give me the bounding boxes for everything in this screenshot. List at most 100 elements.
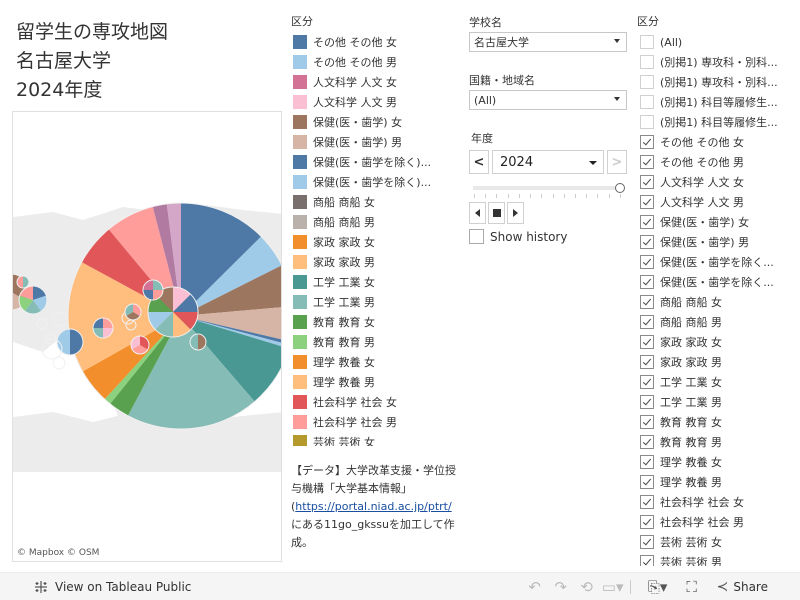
slider-track[interactable] [473, 186, 621, 190]
small-pie-marker[interactable] [56, 328, 84, 356]
category-filter-item[interactable]: 人文科学 人文 女 [637, 172, 800, 192]
legend-item[interactable]: 保健(医・歯学) 女 [291, 112, 461, 132]
undo-icon[interactable]: ↶ [522, 578, 548, 596]
play-backward-button[interactable] [469, 202, 486, 224]
legend-item[interactable]: その他 その他 男 [291, 52, 461, 72]
category-checkbox[interactable] [640, 195, 654, 209]
category-filter-item[interactable]: 社会科学 社会 男 [637, 512, 800, 532]
map-view[interactable]: © Mapbox © OSM [12, 111, 282, 562]
category-checkbox[interactable] [640, 555, 654, 566]
category-filter-item[interactable]: 保健(医・歯学) 男 [637, 232, 800, 252]
category-filter-item[interactable]: 教育 教育 女 [637, 412, 800, 432]
legend-item[interactable]: その他 その他 女 [291, 32, 461, 52]
small-pie-marker[interactable] [124, 303, 142, 321]
category-checkbox[interactable] [640, 75, 654, 89]
category-checkbox[interactable] [640, 115, 654, 129]
legend-item[interactable]: 理学 教養 男 [291, 372, 461, 392]
legend-item[interactable]: 家政 家政 男 [291, 252, 461, 272]
small-pie-marker[interactable] [189, 333, 207, 351]
stop-button[interactable] [488, 202, 505, 224]
category-checkbox[interactable] [640, 275, 654, 289]
category-checkbox[interactable] [640, 175, 654, 189]
country-dropdown[interactable]: (All) [469, 90, 627, 110]
category-filter-item[interactable]: (別掲1) 専攻科・別科... [637, 72, 800, 92]
school-dropdown[interactable]: 名古屋大学 [469, 32, 627, 52]
legend-item[interactable]: 工学 工業 男 [291, 292, 461, 312]
category-checkbox[interactable] [640, 55, 654, 69]
legend-item[interactable]: 理学 教養 女 [291, 352, 461, 372]
next-year-button[interactable]: > [607, 150, 627, 174]
legend-item[interactable]: 教育 教育 男 [291, 332, 461, 352]
category-filter-item[interactable]: 人文科学 人文 男 [637, 192, 800, 212]
mapbox-attribution[interactable]: © Mapbox [17, 548, 64, 558]
map-canvas[interactable] [13, 112, 282, 562]
legend-item[interactable]: 保健(医・歯学を除く)... [291, 152, 461, 172]
category-checkbox[interactable] [640, 215, 654, 229]
category-checkbox[interactable] [640, 255, 654, 269]
category-filter-item[interactable]: (別掲1) 科目等履修生... [637, 92, 800, 112]
category-checkbox[interactable] [640, 395, 654, 409]
legend-item[interactable]: 商船 商船 男 [291, 212, 461, 232]
category-filter-item[interactable]: 商船 商船 女 [637, 292, 800, 312]
category-checkbox[interactable] [640, 415, 654, 429]
revert-icon[interactable]: ⟲ [574, 578, 600, 596]
category-filter-item[interactable]: 保健(医・歯学を除く... [637, 252, 800, 272]
show-history-checkbox[interactable] [469, 229, 484, 244]
category-checkbox[interactable] [640, 475, 654, 489]
category-checkbox[interactable] [640, 295, 654, 309]
category-checkbox[interactable] [640, 335, 654, 349]
category-filter-item[interactable]: 理学 教養 男 [637, 472, 800, 492]
americas-pie-marker[interactable] [18, 285, 48, 315]
osm-attribution[interactable]: © OSM [67, 548, 99, 558]
share-button[interactable]: ≺ Share [717, 579, 768, 595]
category-checkbox[interactable] [640, 455, 654, 469]
small-pie-marker[interactable] [16, 275, 30, 289]
legend-item[interactable]: 人文科学 人文 男 [291, 92, 461, 112]
category-filter-item[interactable]: 商船 商船 男 [637, 312, 800, 332]
asia-pie-marker[interactable] [92, 317, 114, 339]
category-filter-item[interactable]: 家政 家政 女 [637, 332, 800, 352]
year-slider[interactable] [469, 178, 627, 200]
refresh-icon[interactable]: ▭▾ [600, 578, 626, 596]
category-checkbox[interactable] [640, 35, 654, 49]
category-filter-item[interactable]: 保健(医・歯学を除く... [637, 272, 800, 292]
category-checkbox[interactable] [640, 375, 654, 389]
category-checkbox[interactable] [640, 435, 654, 449]
category-filter-item[interactable]: 工学 工業 女 [637, 372, 800, 392]
legend-item[interactable]: 工学 工業 女 [291, 272, 461, 292]
category-filter-item[interactable]: 芸術 芸術 女 [637, 532, 800, 552]
category-filter-item[interactable]: 芸術 芸術 男 [637, 552, 800, 566]
category-checkbox[interactable] [640, 155, 654, 169]
view-on-public-button[interactable]: View on Tableau Public [33, 579, 191, 595]
category-filter-item[interactable]: (別掲1) 専攻科・別科... [637, 52, 800, 72]
legend-item[interactable]: 家政 家政 女 [291, 232, 461, 252]
category-checkbox[interactable] [640, 95, 654, 109]
category-filter-item[interactable]: 社会科学 社会 女 [637, 492, 800, 512]
category-filter-item[interactable]: 工学 工業 男 [637, 392, 800, 412]
category-filter-item[interactable]: 教育 教育 男 [637, 432, 800, 452]
legend-item[interactable]: 商船 商船 女 [291, 192, 461, 212]
category-filter-item[interactable]: その他 その他 女 [637, 132, 800, 152]
legend-item[interactable]: 人文科学 人文 女 [291, 72, 461, 92]
category-filter-item[interactable]: (All) [637, 32, 800, 52]
year-dropdown[interactable]: 2024 [492, 150, 604, 174]
category-filter-item[interactable]: (別掲1) 科目等履修生... [637, 112, 800, 132]
redo-icon[interactable]: ↷ [548, 578, 574, 596]
legend-item[interactable]: 芸術 芸術 女 [291, 432, 461, 446]
category-checkbox[interactable] [640, 535, 654, 549]
legend-item[interactable]: 教育 教育 女 [291, 312, 461, 332]
source-link[interactable]: https://portal.niad.ac.jp/ptrt/ [295, 500, 451, 513]
previous-year-button[interactable]: < [469, 150, 489, 174]
show-history-toggle[interactable]: Show history [469, 229, 627, 244]
legend-item[interactable]: 保健(医・歯学を除く)... [291, 172, 461, 192]
category-filter-item[interactable]: その他 その他 男 [637, 152, 800, 172]
category-checkbox[interactable] [640, 135, 654, 149]
category-checkbox[interactable] [640, 515, 654, 529]
category-filter-item[interactable]: 理学 教養 女 [637, 452, 800, 472]
download-icon[interactable]: ⎘▾ [645, 578, 671, 596]
category-checkbox[interactable] [640, 355, 654, 369]
category-filter-item[interactable]: 保健(医・歯学) 女 [637, 212, 800, 232]
category-checkbox[interactable] [640, 495, 654, 509]
fullscreen-icon[interactable]: ⛶ [679, 578, 705, 596]
legend-item[interactable]: 保健(医・歯学) 男 [291, 132, 461, 152]
